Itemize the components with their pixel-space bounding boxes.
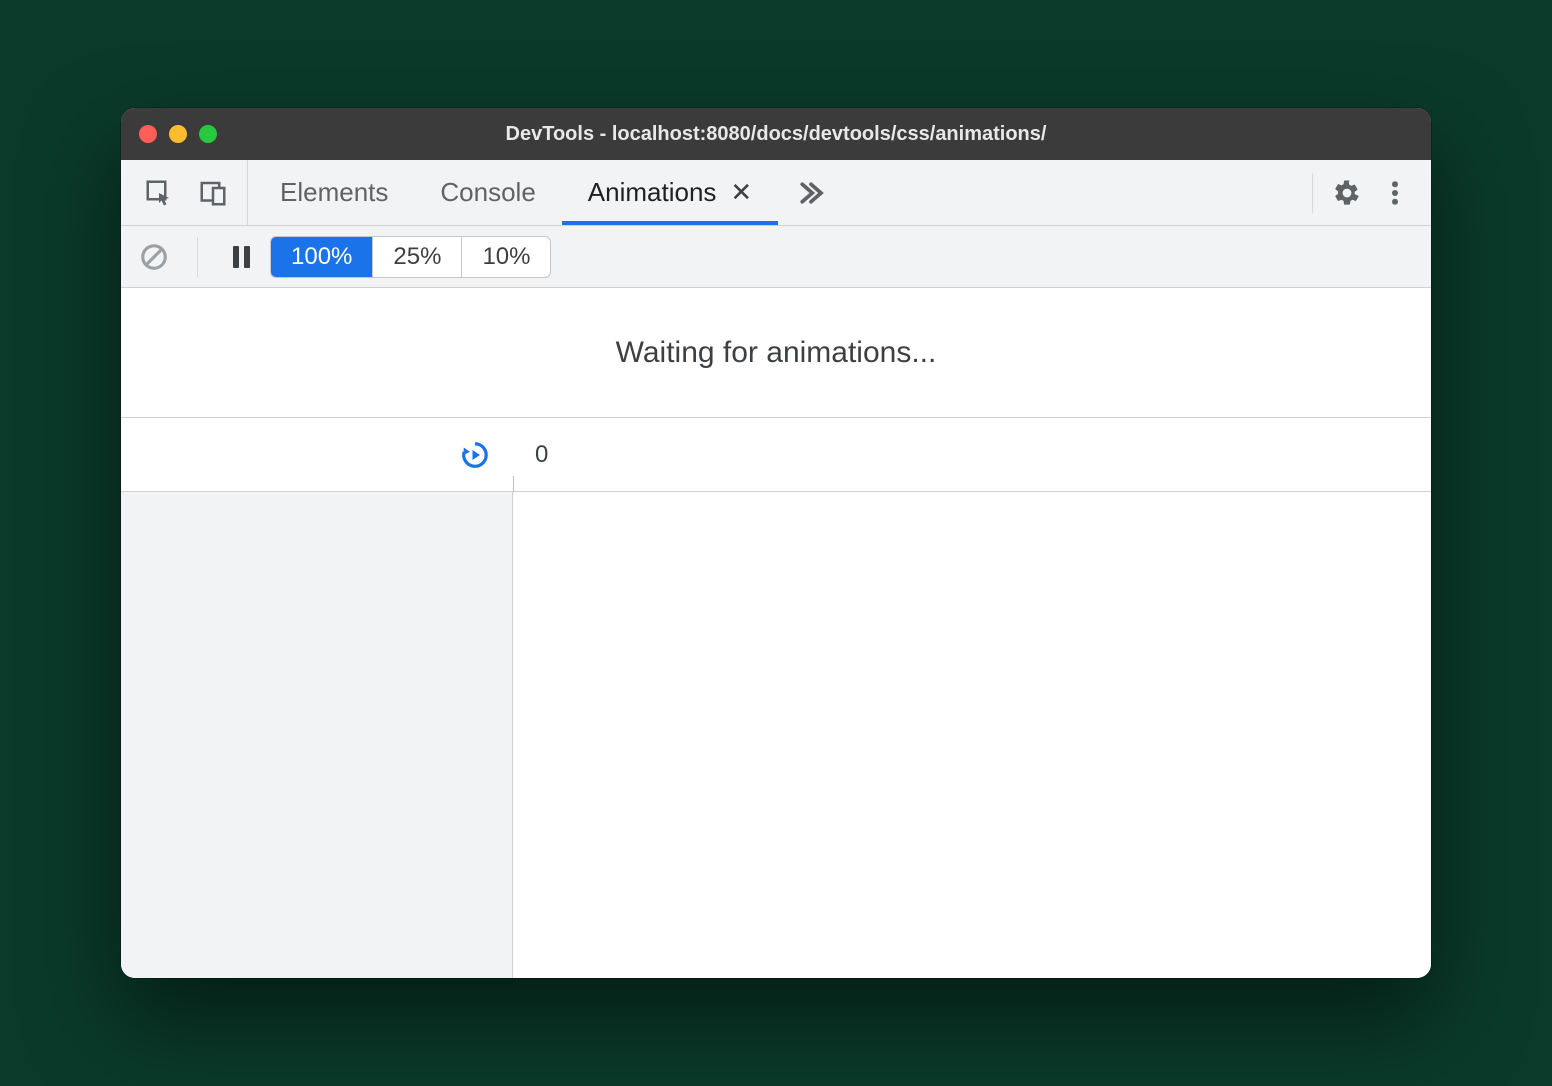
gear-icon (1332, 178, 1362, 208)
timeline-ruler[interactable]: 0 (513, 418, 1431, 491)
speed-100[interactable]: 100% (271, 237, 373, 277)
tab-list: Elements Console Animations ✕ (254, 160, 1298, 225)
speed-label: 10% (482, 243, 530, 270)
tab-animations[interactable]: Animations ✕ (562, 160, 778, 225)
playback-speed-group: 100% 25% 10% (270, 236, 551, 278)
replay-button[interactable] (455, 435, 495, 475)
waiting-text: Waiting for animations... (616, 336, 937, 370)
device-toggle-button[interactable] (193, 173, 233, 213)
settings-button[interactable] (1327, 173, 1367, 213)
animation-detail-pane (513, 492, 1431, 978)
replay-icon (460, 440, 490, 470)
inspect-cursor-icon (144, 178, 174, 208)
speed-10[interactable]: 10% (462, 237, 550, 277)
tab-console[interactable]: Console (414, 160, 561, 225)
devtools-tabs-row: Elements Console Animations ✕ (121, 160, 1431, 226)
titlebar: DevTools - localhost:8080/docs/devtools/… (121, 108, 1431, 160)
more-options-button[interactable] (1375, 173, 1415, 213)
pause-button[interactable] (222, 238, 260, 276)
close-tab-button[interactable]: ✕ (730, 177, 752, 208)
timeline-header: 0 (121, 418, 1431, 492)
window-close-button[interactable] (139, 125, 157, 143)
clear-icon (139, 242, 169, 272)
window-minimize-button[interactable] (169, 125, 187, 143)
animations-toolbar: 100% 25% 10% (121, 226, 1431, 288)
window-title: DevTools - localhost:8080/docs/devtools/… (121, 123, 1431, 146)
inspect-element-button[interactable] (139, 173, 179, 213)
tab-label: Animations (588, 177, 717, 208)
window-controls (139, 125, 217, 143)
devtools-window: DevTools - localhost:8080/docs/devtools/… (121, 108, 1431, 978)
waiting-panel: Waiting for animations... (121, 288, 1431, 418)
tab-label: Console (440, 177, 535, 208)
dots-vertical-icon (1380, 178, 1410, 208)
device-icon (198, 178, 228, 208)
speed-label: 100% (291, 243, 352, 270)
clear-button[interactable] (135, 238, 173, 276)
separator (197, 237, 198, 277)
tabs-right-actions (1298, 160, 1431, 225)
speed-25[interactable]: 25% (373, 237, 462, 277)
animation-list-pane (121, 492, 513, 978)
tab-label: Elements (280, 177, 388, 208)
timeline-zero-label: 0 (535, 441, 548, 469)
inspect-group (121, 160, 248, 225)
chevron-right-icon (796, 178, 826, 208)
tab-elements[interactable]: Elements (254, 160, 414, 225)
speed-label: 25% (393, 243, 441, 270)
more-tabs-button[interactable] (778, 160, 844, 225)
animations-body (121, 492, 1431, 978)
timeline-controls (121, 418, 513, 491)
window-zoom-button[interactable] (199, 125, 217, 143)
pause-icon (233, 246, 250, 268)
separator (1312, 173, 1313, 213)
